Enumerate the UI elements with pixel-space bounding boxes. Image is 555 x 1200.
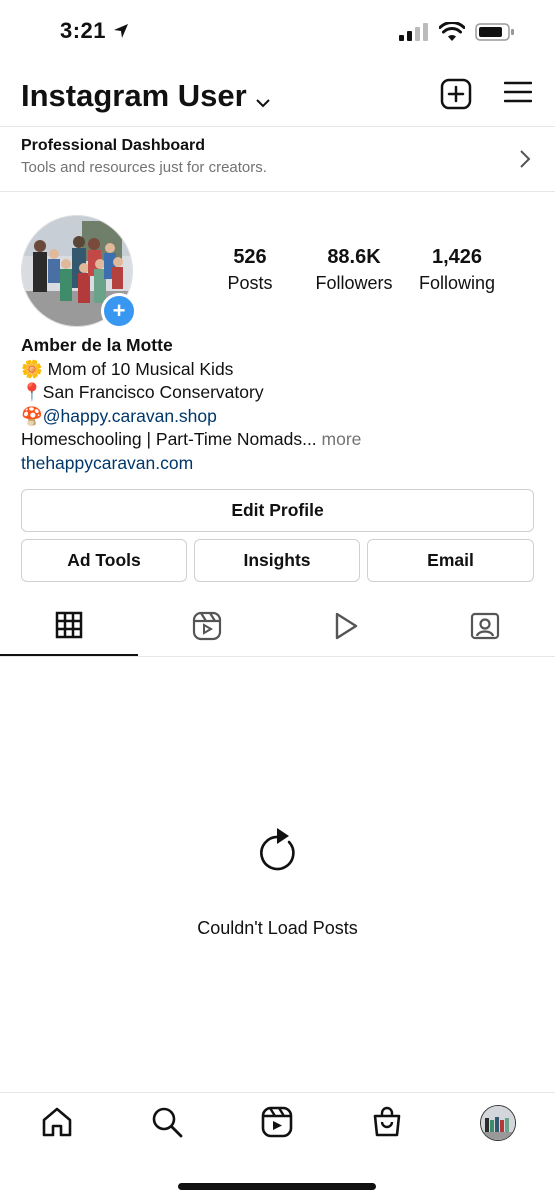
username-title: Instagram User <box>21 78 247 113</box>
sunflower-icon: 🌼 <box>21 358 43 379</box>
chevron-down-icon <box>255 80 271 116</box>
reload-icon[interactable] <box>255 826 301 881</box>
stat-label: Following <box>418 273 496 293</box>
edit-profile-button[interactable]: Edit Profile <box>21 489 534 532</box>
wifi-icon <box>438 21 466 47</box>
empty-state-message: Couldn't Load Posts <box>197 918 358 938</box>
bio-line: 🌼 Mom of 10 Musical Kids <box>21 358 361 382</box>
chevron-right-icon <box>519 149 531 174</box>
profile-tabs <box>0 600 555 657</box>
display-name: Amber de la Motte <box>21 335 173 355</box>
shop-icon[interactable] <box>370 1105 404 1144</box>
ad-tools-button[interactable]: Ad Tools <box>21 539 187 582</box>
tab-tagged[interactable] <box>416 600 554 656</box>
tab-grid[interactable] <box>0 600 138 656</box>
profile-nav-avatar[interactable] <box>480 1105 516 1141</box>
battery-icon <box>475 22 515 47</box>
stat-label: Posts <box>227 273 273 293</box>
more-link[interactable]: more <box>322 429 362 449</box>
tab-reels[interactable] <box>138 600 276 656</box>
home-indicator <box>178 1183 376 1190</box>
pin-icon: 📍 <box>21 382 43 402</box>
stat-followers[interactable]: 88.6K Followers <box>306 246 402 294</box>
bio-line-text: Mom of 10 Musical Kids <box>47 358 234 379</box>
bio-line: 🍄@happy.caravan.shop <box>21 405 361 429</box>
status-bar: 3:21 <box>0 0 555 66</box>
home-icon[interactable] <box>40 1105 74 1144</box>
profile-header: Instagram User <box>0 66 555 126</box>
profile-bio: Amber de la Motte 🌼 Mom of 10 Musical Ki… <box>21 334 361 475</box>
reels-nav-icon[interactable] <box>260 1105 294 1144</box>
grid-icon <box>55 611 83 644</box>
bottom-nav <box>0 1092 555 1159</box>
pro-dashboard-subtitle: Tools and resources just for creators. <box>21 159 267 176</box>
website-link[interactable]: thehappycaravan.com <box>21 452 361 476</box>
signal-icon <box>399 23 429 46</box>
bio-line-text: San Francisco Conservatory <box>42 382 264 402</box>
tab-videos[interactable] <box>277 600 415 656</box>
shop-handle-link[interactable]: @happy.caravan.shop <box>43 406 217 426</box>
email-button[interactable]: Email <box>367 539 534 582</box>
professional-dashboard-row[interactable]: Professional Dashboard Tools and resourc… <box>0 126 555 192</box>
reels-icon <box>192 611 222 646</box>
bio-line: Homeschooling | Part-Time Nomads... more <box>21 428 361 452</box>
stat-posts[interactable]: 526 Posts <box>210 246 290 294</box>
status-time: 3:21 <box>60 18 107 43</box>
bio-line-text: Homeschooling | Part-Time Nomads... <box>21 429 317 449</box>
tagged-icon <box>470 611 500 646</box>
location-arrow-icon <box>112 22 130 45</box>
add-story-icon[interactable]: + <box>101 293 137 329</box>
stat-value: 526 <box>233 246 267 268</box>
stat-label: Followers <box>315 273 393 293</box>
stat-value: 1,426 <box>431 246 483 268</box>
pro-dashboard-title: Professional Dashboard <box>21 137 206 154</box>
profile-avatar-container[interactable]: + <box>21 215 137 329</box>
stat-value: 88.6K <box>327 246 381 268</box>
search-icon[interactable] <box>150 1105 184 1144</box>
account-switcher[interactable]: Instagram User <box>21 76 271 116</box>
hamburger-menu-icon[interactable] <box>503 80 533 109</box>
insights-button[interactable]: Insights <box>194 539 360 582</box>
bio-line: 📍San Francisco Conservatory <box>21 381 361 405</box>
video-play-icon <box>332 611 360 646</box>
status-indicators <box>399 21 515 47</box>
create-post-icon[interactable] <box>440 78 472 115</box>
stat-following[interactable]: 1,426 Following <box>412 246 502 294</box>
mushroom-icon: 🍄 <box>21 405 43 426</box>
